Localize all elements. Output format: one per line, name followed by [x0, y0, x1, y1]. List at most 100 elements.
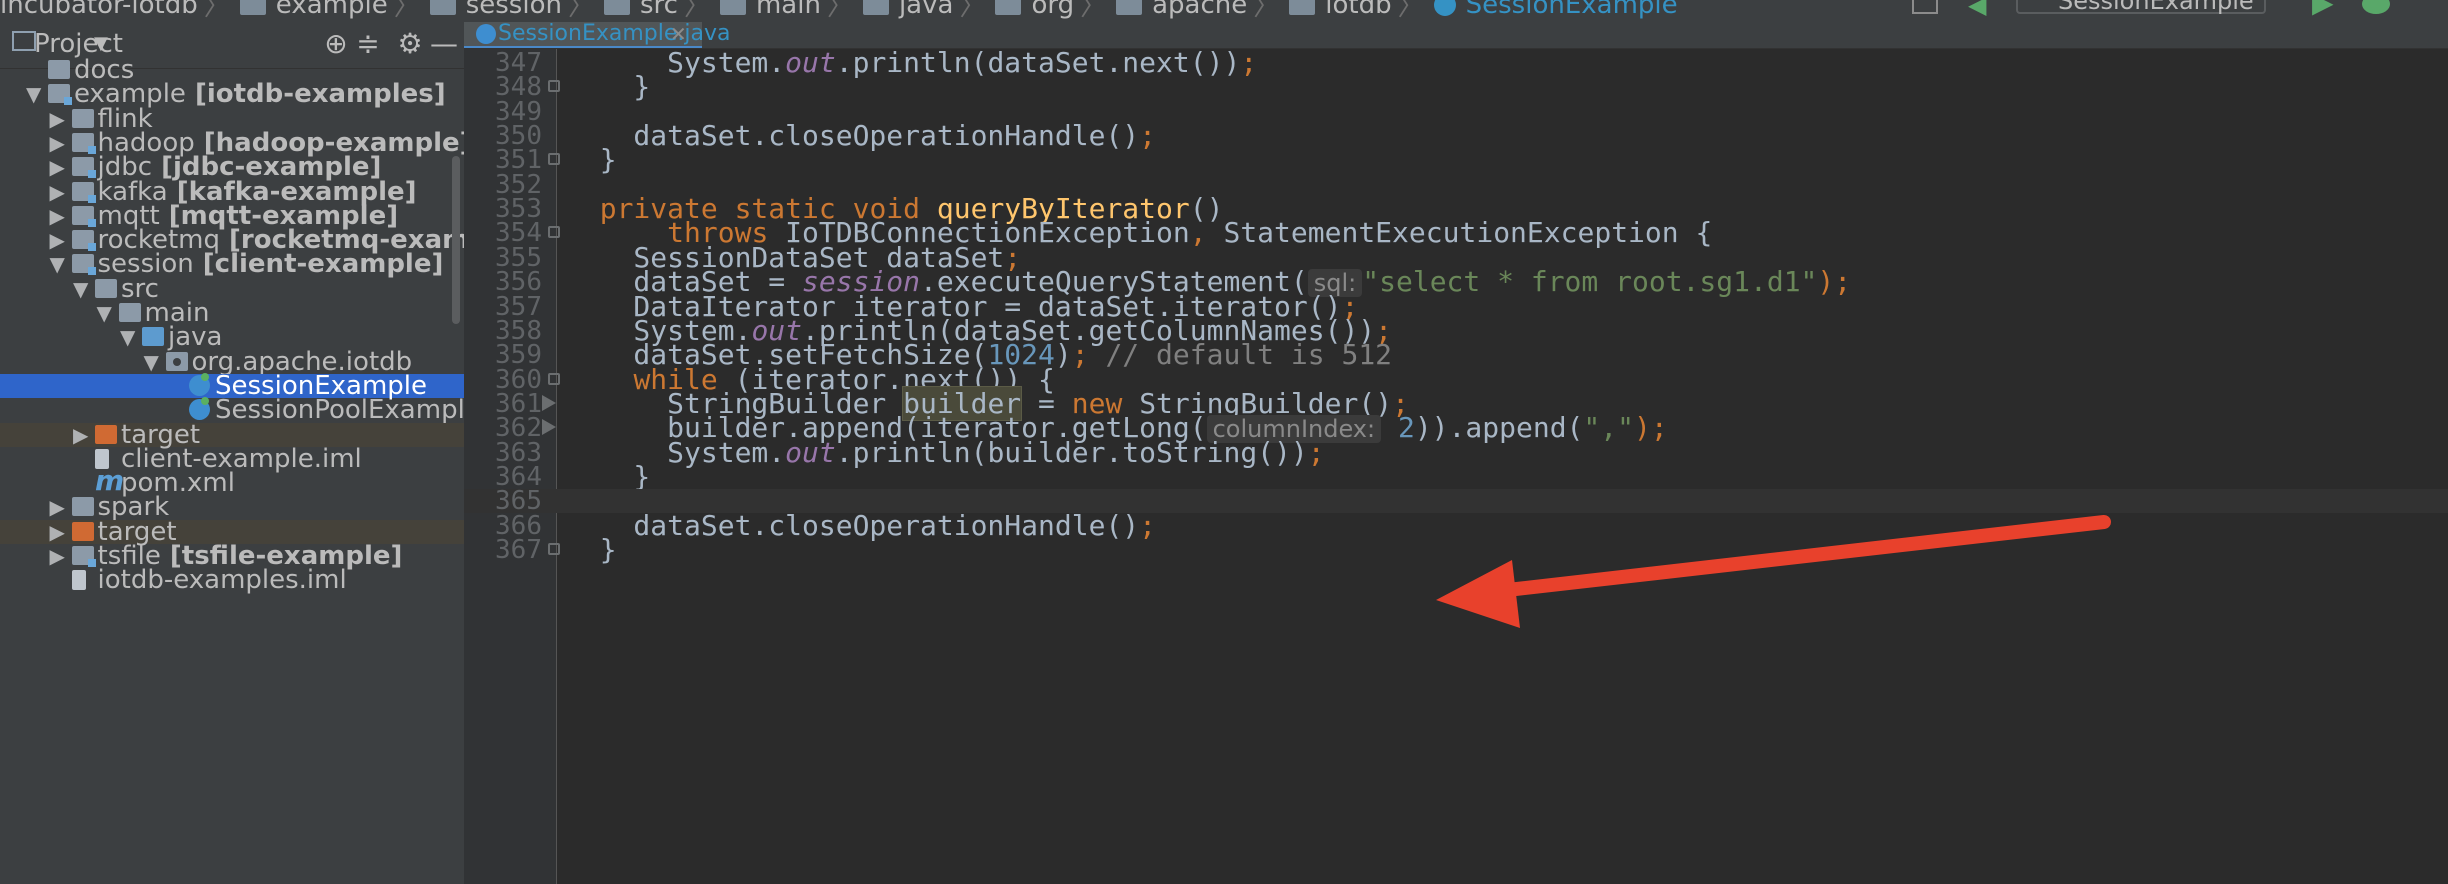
collapse-arrow-icon[interactable]: ▶ [50, 155, 65, 179]
tree-item-name: SessionPoolExample [215, 395, 464, 426]
breadcrumb-item[interactable]: apache 〉 [1116, 0, 1289, 22]
code-text: } [566, 533, 617, 566]
tree-item-label: iotdb-examples.iml [98, 567, 347, 593]
folder-icon [1116, 0, 1143, 15]
collapse-arrow-icon[interactable]: ▶ [50, 204, 65, 228]
breadcrumb-label: apache [1152, 0, 1248, 20]
tree-item[interactable]: m pom.xml [0, 467, 464, 497]
breadcrumb-label: SessionExample [1465, 0, 1678, 20]
breadcrumb-item[interactable]: session 〉 [429, 0, 604, 22]
fold-marker-icon[interactable] [548, 372, 560, 385]
collapse-arrow-icon[interactable]: ▶ [50, 495, 65, 519]
breadcrumb-item[interactable]: main 〉 [719, 0, 863, 22]
project-tool-window: Project ▼ ⊕ ≑ ⚙ — docs ▼ example [iotdb-ex… [0, 22, 464, 884]
module-name: [iotdb-examples] [185, 79, 446, 110]
keyword: ; [1139, 508, 1157, 542]
code-content: } [566, 462, 650, 490]
expand-arrow-icon[interactable]: ▼ [120, 325, 135, 349]
breadcrumb-item[interactable]: incubator-iotdb 〉 [0, 0, 240, 22]
back-arrow-icon[interactable]: ◀ [1968, 0, 1986, 17]
collapse-arrow-icon[interactable]: ▶ [50, 544, 65, 568]
breadcrumb-item[interactable]: java 〉 [862, 0, 996, 22]
breadcrumb: incubator-iotdb 〉 example 〉 session 〉 src 〉 main… [0, 0, 1678, 22]
code-line[interactable]: 347 System.out.println(dataSet.next()); [464, 49, 2448, 77]
collapse-arrow-icon[interactable]: ▶ [50, 107, 65, 131]
java-class-icon [189, 372, 210, 396]
collapse-arrow-icon[interactable]: ▶ [73, 423, 88, 447]
tree-item[interactable]: ▶ spark [0, 494, 464, 520]
expand-arrow-icon[interactable]: ▼ [50, 252, 65, 276]
keyword: ; [1071, 338, 1106, 372]
comment: // default is 512 [1105, 338, 1393, 372]
run-gutter-icon[interactable] [542, 394, 556, 411]
excluded-folder-icon [71, 521, 94, 541]
breadcrumb-item[interactable]: SessionExample [1433, 0, 1678, 20]
breadcrumb-item[interactable]: org 〉 [995, 0, 1116, 22]
tree-item[interactable]: ▼ session [client-example] [0, 251, 464, 277]
code-line[interactable]: 350 dataSet.closeOperationHandle(); [464, 122, 2448, 150]
breadcrumb-separator: 〉 [567, 0, 594, 22]
breadcrumb-item[interactable]: src 〉 [603, 0, 720, 22]
tree-item[interactable]: ▼ example [iotdb-examples] [0, 79, 464, 110]
expand-arrow-icon[interactable]: ▼ [97, 301, 112, 325]
fold-marker-icon[interactable] [548, 543, 560, 555]
keyword: ); [1817, 265, 1852, 299]
code-content: dataSet.closeOperationHandle(); [566, 122, 1156, 150]
collapse-arrow-icon[interactable]: ▶ [50, 180, 65, 204]
fold-marker-icon[interactable] [548, 226, 560, 239]
code-line[interactable]: 351 } [464, 145, 2448, 176]
code-line[interactable]: 364 } [464, 462, 2448, 490]
code-line[interactable]: 367 } [464, 536, 2448, 564]
run-configuration-dropdown[interactable]: SessionExample [2016, 0, 2266, 14]
tree-item[interactable]: iotdb-examples.iml [0, 567, 464, 593]
collapse-arrow-icon[interactable]: ▶ [50, 228, 65, 252]
expand-arrow-icon[interactable]: ▼ [73, 277, 88, 301]
folder-icon [429, 0, 456, 15]
code-text: ) [1054, 338, 1072, 372]
run-icon[interactable]: ▶ [2312, 0, 2334, 17]
line-number: 363 [495, 437, 542, 468]
tree-item[interactable]: ▼ src [0, 276, 464, 302]
fold-marker-icon[interactable] [548, 153, 560, 166]
folder-icon [1289, 0, 1316, 15]
breadcrumb-separator: 〉 [683, 0, 710, 22]
navigation-bar: incubator-iotdb 〉 example 〉 session 〉 src 〉 main… [0, 0, 2448, 22]
tree-item[interactable]: SessionPoolExample [0, 395, 464, 426]
breadcrumb-item[interactable]: example 〉 [239, 0, 430, 22]
line-number: 362 [495, 413, 542, 444]
run-gutter-icon[interactable] [542, 419, 556, 436]
expand-arrow-icon[interactable]: ▼ [144, 350, 159, 374]
string-literal: "select * from root.sg1.d1" [1362, 265, 1818, 299]
code-text: StatementExecutionException { [1223, 216, 1713, 250]
code-line[interactable]: 363 System.out.println(builder.toString(… [464, 437, 2448, 468]
keyword: ; [1139, 119, 1157, 153]
expand-arrow-icon[interactable]: ▼ [26, 82, 41, 106]
debug-icon[interactable] [2362, 0, 2390, 14]
breadcrumb-separator: 〉 [959, 0, 986, 22]
line-number: 351 [495, 145, 542, 176]
code-editor[interactable]: SessionExample.java ✕ 347 System.out.pri… [464, 22, 2448, 884]
tree-scrollbar[interactable] [452, 156, 460, 324]
breadcrumb-separator: 〉 [1080, 0, 1107, 22]
collapse-arrow-icon[interactable]: ▶ [50, 520, 65, 544]
line-number: 365 [495, 486, 542, 517]
code-line[interactable]: 366 dataSet.closeOperationHandle(); [464, 511, 2448, 539]
folder-icon [48, 60, 70, 79]
string-literal: "," [1583, 411, 1634, 445]
breadcrumb-label: incubator-iotdb [0, 0, 198, 20]
tab-session-example[interactable]: SessionExample.java ✕ [464, 22, 730, 48]
layout-icon[interactable] [1912, 0, 1938, 14]
tree-item[interactable]: ▼ main [0, 300, 464, 326]
fold-marker-icon[interactable] [548, 80, 560, 93]
code-text: .println(builder.toString()) [835, 435, 1308, 469]
code-text: )).append( [1414, 411, 1584, 445]
breadcrumb-item[interactable]: iotdb 〉 [1289, 0, 1433, 22]
collapse-arrow-icon[interactable]: ▶ [50, 131, 65, 155]
breadcrumb-label: main [755, 0, 821, 20]
close-icon[interactable]: ✕ [670, 22, 687, 46]
breadcrumb-label: example [275, 0, 388, 20]
code-content: System.out.println(builder.toString()); [566, 438, 1324, 466]
code-line[interactable]: 348 } [464, 73, 2448, 101]
module-folder-icon [71, 205, 96, 227]
